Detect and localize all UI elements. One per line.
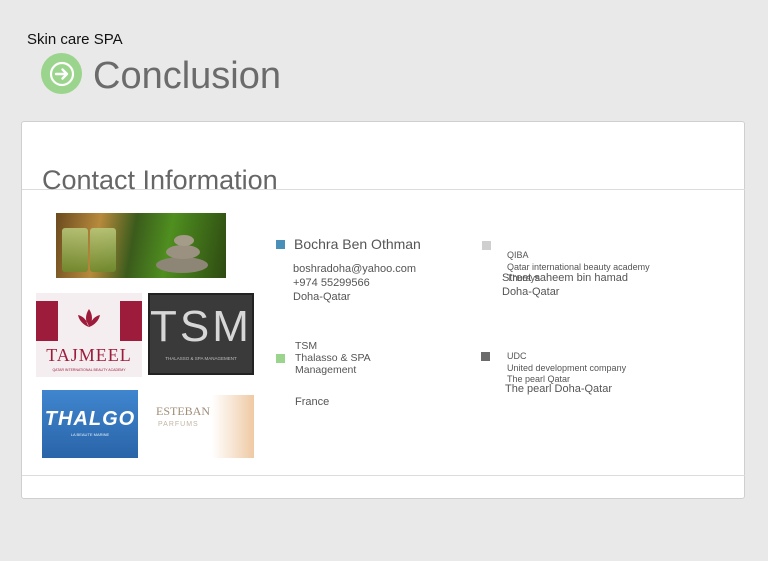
udc-address: The pearl Doha-Qatar xyxy=(505,383,612,395)
tajmeel-logo-name: TAJMEEL xyxy=(46,345,132,365)
bullet-marker xyxy=(276,240,285,249)
thalgo-logo: THALGO LA BEAUTE MARINE xyxy=(42,390,138,458)
udc-contact: UDC United development company The pearl… xyxy=(507,351,626,386)
tsm-logo-name: TSM xyxy=(150,302,252,351)
tsm-country: France xyxy=(295,396,330,408)
esteban-logo-name: ESTEBAN xyxy=(156,404,210,418)
contact-phone[interactable]: +974 55299566 xyxy=(293,276,370,290)
tsm-contact-line: Thalasso & SPA xyxy=(295,352,371,364)
divider xyxy=(22,475,745,476)
tsm-contact-line: Management xyxy=(295,364,357,376)
bullet-marker xyxy=(276,354,285,363)
esteban-logo: ESTEBAN PARFUMS xyxy=(148,395,254,458)
udc-contact-line: United development company xyxy=(507,362,627,373)
qiba-city: Doha-Qatar xyxy=(502,286,560,298)
contact-name: Bochra Ben Othman xyxy=(294,236,421,252)
app-title: Skin care SPA xyxy=(27,31,123,48)
qiba-contact-line: QIBA xyxy=(507,250,529,260)
page-title: Conclusion xyxy=(93,55,281,97)
tsm-contact-line: TSM xyxy=(295,340,318,352)
tajmeel-logo: TAJMEEL QATAR INTERNATIONAL BEAUTY ACADE… xyxy=(36,293,142,377)
section-title: Contact Information xyxy=(42,165,278,195)
qiba-address: Street saheem bin hamad Doha-Qatar xyxy=(502,271,628,299)
tajmeel-logo-subtitle: QATAR INTERNATIONAL BEAUTY ACADEMY xyxy=(52,368,126,372)
bullet-marker xyxy=(481,352,490,361)
tsm-contact: TSM Thalasso & SPA Management xyxy=(295,340,371,376)
tsm-logo: TSM THALASSO & SPA MANAGEMENT xyxy=(148,293,254,375)
udc-contact-line: UDC xyxy=(507,351,527,361)
tsm-logo-subtitle: THALASSO & SPA MANAGEMENT xyxy=(165,356,237,361)
thalgo-logo-name: THALGO xyxy=(44,408,136,430)
spa-candles-image xyxy=(56,213,226,278)
qiba-street: Street saheem bin hamad xyxy=(502,272,628,284)
bullet-marker xyxy=(482,241,491,250)
arrow-right-circle-icon xyxy=(41,53,82,94)
contact-city: Doha-Qatar xyxy=(293,291,351,303)
esteban-logo-subtitle: PARFUMS xyxy=(158,421,199,428)
thalgo-logo-subtitle: LA BEAUTE MARINE xyxy=(70,432,110,437)
contact-email[interactable]: boshradoha@yahoo.com xyxy=(293,262,416,276)
